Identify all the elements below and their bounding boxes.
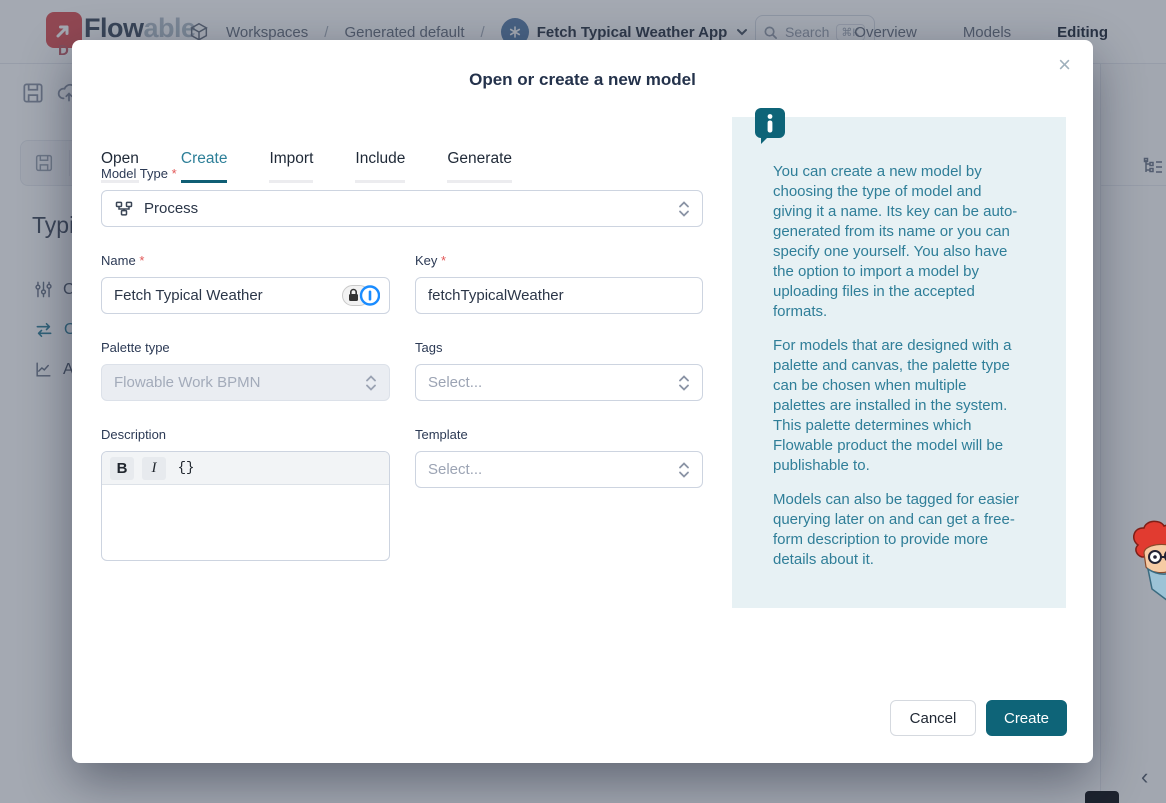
palette-type-label: Palette type [101,340,170,355]
description-label: Description [101,427,166,442]
tab-import[interactable]: Import [269,150,313,183]
palette-type-value: Flowable Work BPMN [114,374,365,391]
required-mark: * [172,166,177,181]
tab-generate[interactable]: Generate [447,150,512,183]
template-label: Template [415,427,468,442]
name-label: Name * [101,253,144,268]
info-paragraph: For models that are designed with a pale… [773,336,1020,476]
tab-include[interactable]: Include [355,150,405,183]
select-chevrons-icon [365,374,377,392]
description-textarea[interactable] [102,485,389,561]
select-chevrons-icon [678,374,690,392]
palette-type-select: Flowable Work BPMN [101,364,390,401]
open-create-model-dialog: × Open or create a new model Open Create… [72,40,1093,763]
model-type-value: Process [144,200,678,217]
tags-select[interactable]: Select... [415,364,703,401]
info-paragraph: Models can also be tagged for easier que… [773,490,1020,570]
description-toolbar: B I {} [102,452,389,485]
key-field-wrap [415,277,703,314]
italic-button[interactable]: I [142,457,166,480]
template-placeholder: Select... [428,461,678,478]
tags-placeholder: Select... [428,374,678,391]
tags-label: Tags [415,340,442,355]
key-input[interactable] [415,277,703,314]
info-panel: You can create a new model by choosing t… [732,117,1066,608]
description-editor: B I {} [101,451,390,561]
template-select[interactable]: Select... [415,451,703,488]
select-chevrons-icon [678,461,690,479]
model-type-select[interactable]: Process [101,190,703,227]
name-field-wrap [101,277,390,314]
bold-button[interactable]: B [110,457,134,480]
process-icon [114,199,134,219]
info-icon [755,108,785,144]
key-label: Key * [415,253,446,268]
dialog-title: Open or create a new model [72,70,1093,90]
tab-create[interactable]: Create [181,150,228,183]
required-mark: * [441,253,446,268]
password-manager-icons[interactable] [342,285,380,306]
cancel-button[interactable]: Cancel [890,700,976,736]
model-type-label: Model Type * [101,166,177,181]
info-text: You can create a new model by choosing t… [732,117,1066,570]
create-button[interactable]: Create [986,700,1067,736]
required-mark: * [139,253,144,268]
code-braces-button[interactable]: {} [174,457,198,480]
flowable-mascot[interactable] [1128,519,1166,601]
select-chevrons-icon [678,200,690,218]
info-paragraph: You can create a new model by choosing t… [773,162,1020,322]
